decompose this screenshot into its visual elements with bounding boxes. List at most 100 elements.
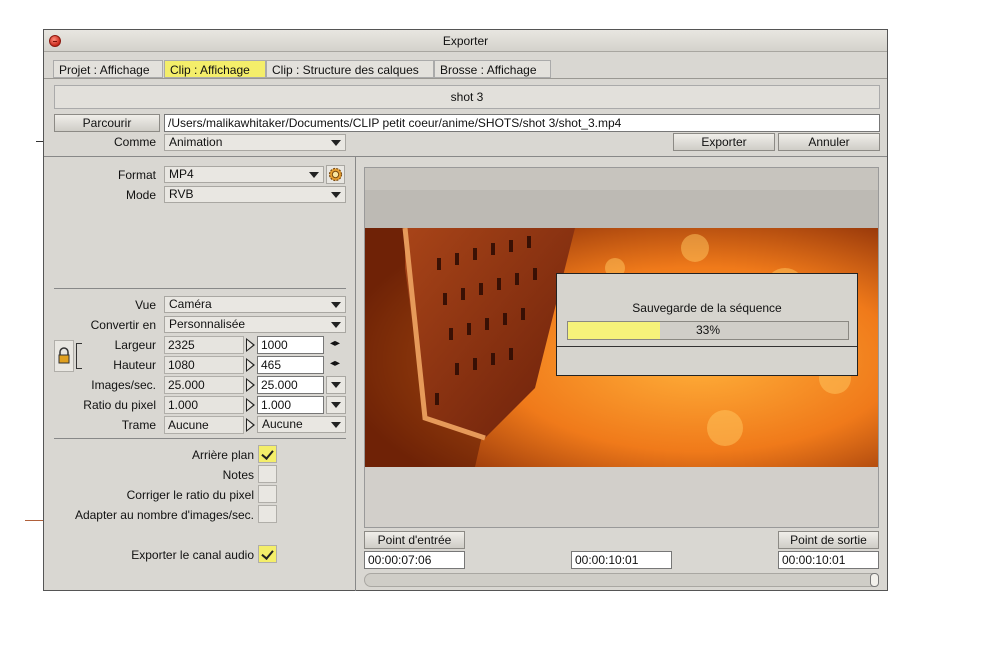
tab-label: Clip : Affichage bbox=[170, 63, 250, 77]
preview-area: Sauvegarde de la séquence 33% bbox=[364, 167, 879, 528]
comme-label: Comme bbox=[113, 135, 156, 149]
in-time-field[interactable]: 00:00:07:06 bbox=[364, 551, 465, 569]
adapter-fps-checkbox[interactable] bbox=[258, 505, 277, 523]
header-divider bbox=[44, 156, 887, 157]
largeur-source: 2325 bbox=[164, 336, 244, 354]
shot-name-bar: shot 3 bbox=[54, 85, 880, 109]
canal-audio-checkbox[interactable] bbox=[258, 545, 277, 563]
shot-name: shot 3 bbox=[450, 90, 484, 104]
largeur-input[interactable]: 1000 bbox=[257, 336, 324, 354]
format-value: MP4 bbox=[169, 167, 194, 181]
stepper-arrows-icon[interactable]: ◂▸ bbox=[330, 357, 340, 371]
mode-select[interactable]: RVB bbox=[164, 186, 346, 203]
settings-divider-2 bbox=[54, 438, 346, 439]
largeur-label: Largeur bbox=[114, 338, 156, 352]
out-time-field[interactable]: 00:00:10:01 bbox=[778, 551, 879, 569]
fps-source: 25.000 bbox=[164, 376, 244, 394]
current-time-field[interactable]: 00:00:10:01 bbox=[571, 551, 672, 569]
notes-checkbox[interactable] bbox=[258, 465, 277, 483]
cancel-button[interactable]: Annuler bbox=[778, 133, 880, 151]
tab-clip-affichage[interactable]: Clip : Affichage bbox=[164, 60, 266, 78]
trame-label: Trame bbox=[121, 418, 156, 432]
arrow-right-icon bbox=[246, 358, 255, 372]
in-point-label: Point d'entrée bbox=[377, 533, 452, 547]
tab-brosse-affichage[interactable]: Brosse : Affichage bbox=[434, 60, 551, 78]
preview-bottom-band bbox=[365, 467, 878, 527]
hauteur-source-value: 1080 bbox=[168, 358, 195, 372]
timeline-slider[interactable] bbox=[364, 573, 879, 587]
in-point-button[interactable]: Point d'entrée bbox=[364, 531, 465, 549]
current-time-value: 00:00:10:01 bbox=[575, 553, 639, 567]
stepper-arrows-icon[interactable]: ◂▸ bbox=[330, 337, 340, 351]
path-value: /Users/malikawhitaker/Documents/CLIP pet… bbox=[168, 116, 622, 130]
comme-value: Animation bbox=[169, 135, 223, 149]
largeur-source-value: 2325 bbox=[168, 338, 195, 352]
close-icon[interactable] bbox=[49, 35, 61, 47]
mode-label: Mode bbox=[125, 188, 156, 202]
chevron-down-icon bbox=[331, 402, 341, 408]
fps-source-value: 25.000 bbox=[168, 378, 205, 392]
vue-label: Vue bbox=[135, 298, 156, 312]
ratio-dropdown[interactable] bbox=[326, 396, 346, 414]
largeur-target-value: 1000 bbox=[261, 338, 288, 352]
vue-select[interactable]: Caméra bbox=[164, 296, 346, 313]
format-select[interactable]: MP4 bbox=[164, 166, 324, 183]
convertir-select[interactable]: Personnalisée bbox=[164, 316, 346, 333]
chevron-down-icon bbox=[331, 422, 341, 428]
export-window: Exporter Projet : Affichage Clip : Affic… bbox=[43, 29, 888, 591]
ratio-input[interactable]: 1.000 bbox=[257, 396, 324, 414]
arrow-right-icon bbox=[246, 378, 255, 392]
export-button[interactable]: Exporter bbox=[673, 133, 775, 151]
out-point-button[interactable]: Point de sortie bbox=[778, 531, 879, 549]
fps-label: Images/sec. bbox=[91, 378, 156, 392]
tab-projet-affichage[interactable]: Projet : Affichage bbox=[53, 60, 163, 78]
gear-icon[interactable] bbox=[326, 165, 345, 184]
hauteur-input[interactable]: 465 bbox=[257, 356, 324, 374]
slider-handle[interactable] bbox=[870, 573, 879, 587]
arriere-plan-checkbox[interactable] bbox=[258, 445, 277, 463]
progress-divider bbox=[557, 346, 857, 347]
arriere-plan-label: Arrière plan bbox=[191, 448, 254, 462]
path-field[interactable]: /Users/malikawhitaker/Documents/CLIP pet… bbox=[164, 114, 880, 132]
trame-target-value: Aucune bbox=[262, 417, 303, 431]
title-bar[interactable]: Exporter bbox=[44, 30, 887, 52]
out-point-label: Point de sortie bbox=[790, 533, 867, 547]
arrow-right-icon bbox=[246, 418, 255, 432]
hauteur-label: Hauteur bbox=[113, 358, 156, 372]
corriger-ratio-checkbox[interactable] bbox=[258, 485, 277, 503]
trame-source: Aucune bbox=[164, 416, 244, 434]
hauteur-source: 1080 bbox=[164, 356, 244, 374]
window-title: Exporter bbox=[442, 34, 489, 48]
fps-dropdown[interactable] bbox=[326, 376, 346, 394]
tab-clip-structure[interactable]: Clip : Structure des calques bbox=[266, 60, 434, 78]
chevron-down-icon bbox=[331, 140, 341, 146]
browse-label: Parcourir bbox=[82, 116, 132, 130]
progress-dialog: Sauvegarde de la séquence 33% bbox=[556, 273, 858, 376]
fps-input[interactable]: 25.000 bbox=[257, 376, 324, 394]
convertir-label: Convertir en bbox=[90, 318, 156, 332]
ratio-target-value: 1.000 bbox=[261, 398, 292, 412]
chevron-down-icon bbox=[331, 302, 341, 308]
stray-line-top bbox=[36, 141, 43, 142]
export-label: Exporter bbox=[701, 135, 747, 149]
corriger-ratio-label: Corriger le ratio du pixel bbox=[126, 488, 254, 502]
browse-button[interactable]: Parcourir bbox=[54, 114, 160, 132]
canal-audio-label: Exporter le canal audio bbox=[131, 548, 254, 562]
preview-top-band bbox=[365, 168, 878, 190]
mode-value: RVB bbox=[169, 187, 194, 201]
progress-title: Sauvegarde de la séquence bbox=[632, 301, 782, 315]
adapter-fps-label: Adapter au nombre d'images/sec. bbox=[74, 508, 254, 522]
chevron-down-icon bbox=[331, 382, 341, 388]
chevron-down-icon bbox=[309, 172, 319, 178]
vue-value: Caméra bbox=[169, 297, 212, 311]
hauteur-target-value: 465 bbox=[261, 358, 282, 372]
tab-label: Clip : Structure des calques bbox=[272, 63, 419, 77]
ratio-source-value: 1.000 bbox=[168, 398, 199, 412]
ratio-label: Ratio du pixel bbox=[83, 398, 156, 412]
comme-select[interactable]: Animation bbox=[164, 134, 346, 151]
progress-percent: 33% bbox=[695, 323, 721, 337]
convertir-value: Personnalisée bbox=[169, 317, 246, 331]
panel-divider bbox=[355, 157, 356, 591]
cancel-label: Annuler bbox=[808, 135, 850, 149]
trame-select[interactable]: Aucune bbox=[257, 416, 346, 433]
